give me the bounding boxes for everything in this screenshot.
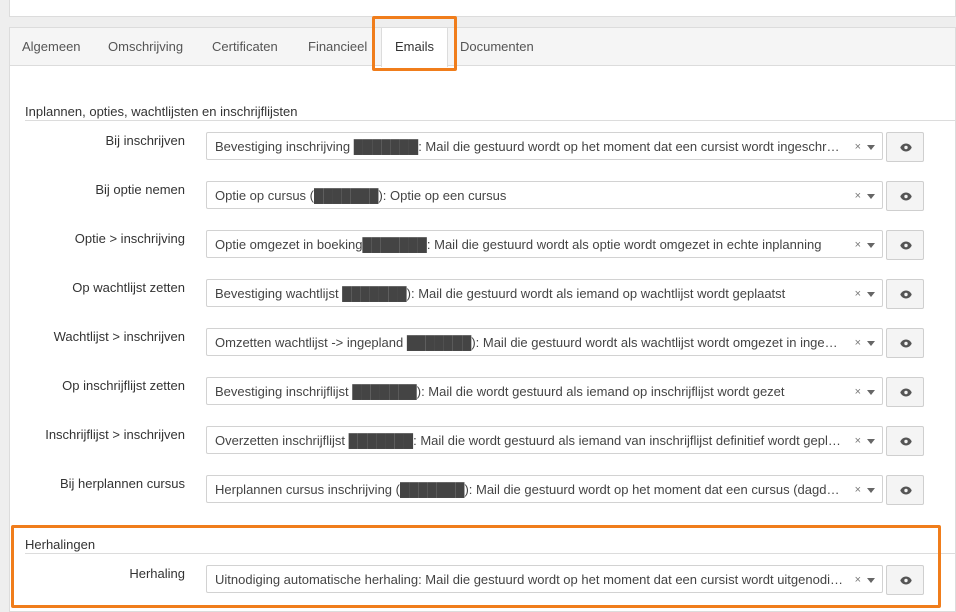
clear-icon[interactable]: × [855, 427, 861, 455]
caret-down-icon [867, 194, 875, 199]
selected-value: Optie omgezet in boeking███████: Mail di… [215, 237, 822, 252]
selected-value: Bevestiging inschrijflijst ███████): Mai… [215, 384, 785, 399]
selected-value: Herplannen cursus inschrijving (███████)… [215, 482, 844, 497]
preview-button[interactable] [886, 230, 924, 260]
caret-down-icon [867, 578, 875, 583]
section-divider [25, 120, 955, 121]
clear-icon[interactable]: × [855, 329, 861, 357]
email-template-select[interactable]: Bevestiging wachtlijst ███████): Mail di… [206, 279, 883, 307]
email-settings-panel: Algemeen Omschrijving Certificaten Finan… [9, 27, 956, 612]
section-divider [25, 553, 955, 554]
row-label: Bij optie nemen [95, 182, 185, 197]
caret-down-icon [867, 292, 875, 297]
email-template-select[interactable]: Herplannen cursus inschrijving (███████)… [206, 475, 883, 503]
section-title-herhalingen: Herhalingen [25, 537, 96, 552]
top-panel [9, 0, 956, 17]
preview-button[interactable] [886, 279, 924, 309]
email-row-bij-optie-nemen: Bij optie nemen Optie op cursus (███████… [10, 180, 955, 212]
caret-down-icon [867, 145, 875, 150]
tab-documenten[interactable]: Documenten [460, 28, 534, 66]
tab-financieel[interactable]: Financieel [308, 28, 367, 66]
email-template-select[interactable]: Omzetten wachtlijst -> ingepland ███████… [206, 328, 883, 356]
clear-icon[interactable]: × [855, 133, 861, 161]
row-label: Bij inschrijven [105, 133, 185, 148]
caret-down-icon [867, 439, 875, 444]
row-label: Op inschrijflijst zetten [62, 378, 185, 393]
email-row-herhaling: Herhaling Uitnodiging automatische herha… [10, 564, 955, 596]
eye-icon [900, 437, 912, 446]
email-template-select[interactable]: Bevestiging inschrijflijst ███████): Mai… [206, 377, 883, 405]
eye-icon [900, 192, 912, 201]
caret-down-icon [867, 243, 875, 248]
selected-value: Bevestiging wachtlijst ███████): Mail di… [215, 286, 786, 301]
eye-icon [900, 486, 912, 495]
eye-icon [900, 388, 912, 397]
preview-button[interactable] [886, 132, 924, 162]
email-row-bij-inschrijven: Bij inschrijven Bevestiging inschrijving… [10, 131, 955, 163]
preview-button[interactable] [886, 426, 924, 456]
clear-icon[interactable]: × [855, 231, 861, 259]
row-label: Bij herplannen cursus [59, 476, 185, 491]
email-row-optie-inschrijving: Optie > inschrijving Optie omgezet in bo… [10, 229, 955, 261]
tab-bar: Algemeen Omschrijving Certificaten Finan… [10, 28, 955, 67]
tab-certificaten[interactable]: Certificaten [212, 28, 278, 66]
eye-icon [900, 290, 912, 299]
selected-value: Optie op cursus (███████): Optie op een … [215, 188, 507, 203]
clear-icon[interactable]: × [855, 566, 861, 594]
eye-icon [900, 576, 912, 585]
eye-icon [900, 241, 912, 250]
email-template-select[interactable]: Uitnodiging automatische herhaling: Mail… [206, 565, 883, 593]
tab-algemeen[interactable]: Algemeen [22, 28, 81, 66]
preview-button[interactable] [886, 328, 924, 358]
selected-value: Omzetten wachtlijst -> ingepland ███████… [215, 335, 844, 350]
selected-value: Overzetten inschrijflijst ███████: Mail … [215, 433, 844, 448]
clear-icon[interactable]: × [855, 378, 861, 406]
preview-button[interactable] [886, 181, 924, 211]
row-label: Op wachtlijst zetten [72, 280, 185, 295]
email-row-inschrijflijst-inschrijven: Inschrijflijst > inschrijven Overzetten … [10, 425, 955, 457]
clear-icon[interactable]: × [855, 476, 861, 504]
clear-icon[interactable]: × [855, 182, 861, 210]
preview-button[interactable] [886, 565, 924, 595]
selected-value: Uitnodiging automatische herhaling: Mail… [215, 572, 844, 587]
row-label: Herhaling [129, 566, 185, 581]
eye-icon [900, 339, 912, 348]
email-row-wachtlijst-inschrijven: Wachtlijst > inschrijven Omzetten wachtl… [10, 327, 955, 359]
caret-down-icon [867, 390, 875, 395]
selected-value: Bevestiging inschrijving ███████: Mail d… [215, 139, 844, 154]
preview-button[interactable] [886, 377, 924, 407]
row-label: Optie > inschrijving [74, 231, 185, 246]
tab-emails[interactable]: Emails [381, 28, 449, 67]
caret-down-icon [867, 341, 875, 346]
preview-button[interactable] [886, 475, 924, 505]
email-row-op-inschrijflijst-zetten: Op inschrijflijst zetten Bevestiging ins… [10, 376, 955, 408]
row-label: Wachtlijst > inschrijven [53, 329, 185, 344]
caret-down-icon [867, 488, 875, 493]
eye-icon [900, 143, 912, 152]
email-row-bij-herplannen-cursus: Bij herplannen cursus Herplannen cursus … [10, 474, 955, 506]
clear-icon[interactable]: × [855, 280, 861, 308]
email-template-select[interactable]: Optie omgezet in boeking███████: Mail di… [206, 230, 883, 258]
section-title-planning: Inplannen, opties, wachtlijsten en insch… [25, 104, 298, 119]
email-template-select[interactable]: Overzetten inschrijflijst ███████: Mail … [206, 426, 883, 454]
email-template-select[interactable]: Bevestiging inschrijving ███████: Mail d… [206, 132, 883, 160]
email-row-op-wachtlijst-zetten: Op wachtlijst zetten Bevestiging wachtli… [10, 278, 955, 310]
row-label: Inschrijflijst > inschrijven [45, 427, 185, 442]
email-template-select[interactable]: Optie op cursus (███████): Optie op een … [206, 181, 883, 209]
tab-omschrijving[interactable]: Omschrijving [108, 28, 183, 66]
